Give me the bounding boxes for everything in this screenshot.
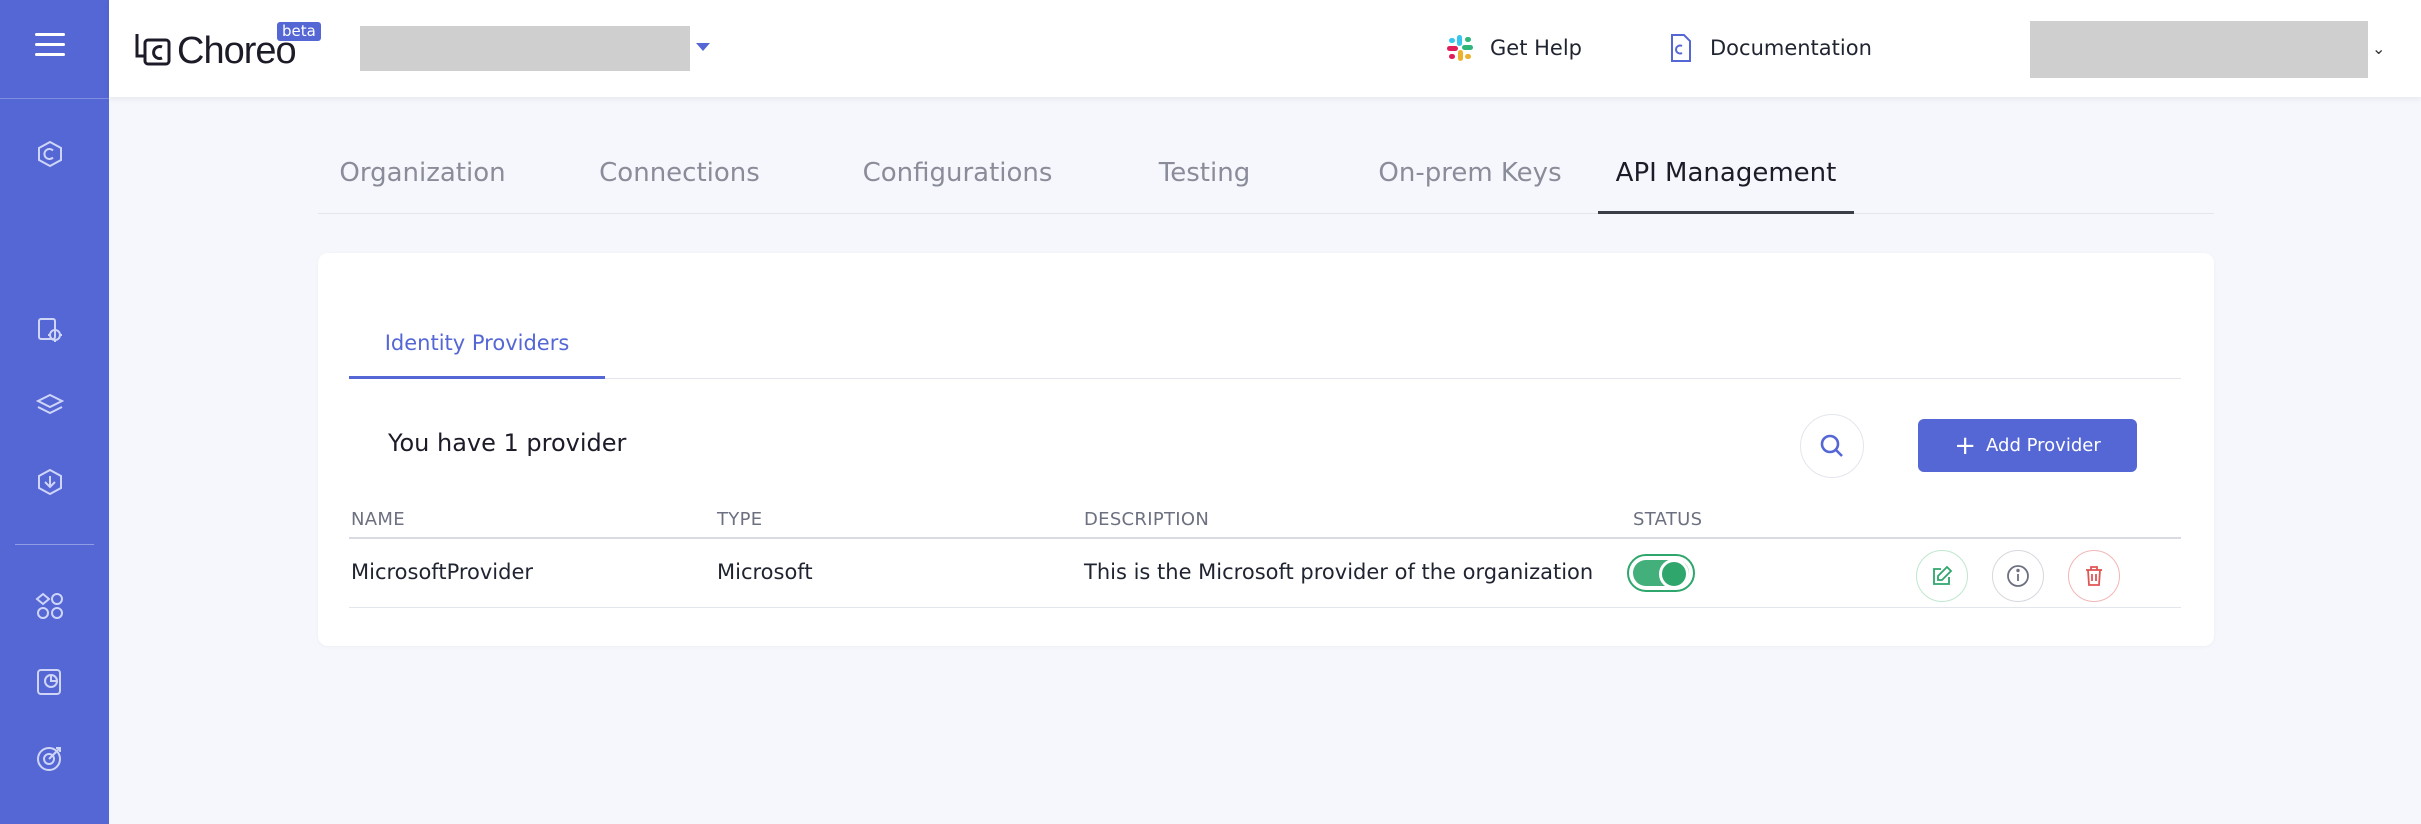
delete-button[interactable] — [2068, 550, 2120, 602]
tab-organization[interactable]: Organization — [318, 158, 527, 214]
search-icon — [1820, 434, 1843, 457]
provider-count: You have 1 provider — [388, 429, 627, 457]
search-button[interactable] — [1800, 414, 1864, 478]
rail-divider — [0, 98, 109, 99]
top-header: Choreo beta Get Help Documentation ⌄ — [109, 0, 2421, 97]
hamburger-icon[interactable] — [35, 33, 65, 57]
column-header-name: NAME — [351, 509, 405, 530]
add-provider-label: Add Provider — [1986, 435, 2101, 456]
tab-api-management[interactable]: API Management — [1598, 158, 1854, 214]
add-provider-button[interactable]: + Add Provider — [1918, 419, 2137, 472]
info-button[interactable] — [1992, 550, 2044, 602]
download-icon[interactable] — [34, 466, 66, 498]
tab-configurations[interactable]: Configurations — [860, 158, 1055, 214]
edit-icon — [1933, 565, 1953, 585]
choreo-logo-mark — [135, 34, 171, 66]
get-help-link[interactable]: Get Help — [1444, 30, 1582, 66]
left-nav-rail — [0, 0, 109, 824]
table-row: MicrosoftProvider Microsoft This is the … — [349, 540, 2181, 608]
column-header-status: STATUS — [1633, 509, 1703, 530]
column-header-description: DESCRIPTION — [1084, 509, 1210, 530]
apps-icon[interactable] — [34, 590, 66, 622]
delete-icon — [2086, 566, 2102, 586]
tab-connections[interactable]: Connections — [596, 158, 763, 214]
identity-providers-card: Identity Providers You have 1 provider +… — [318, 253, 2214, 646]
documentation-label: Documentation — [1710, 36, 1872, 60]
column-header-type: TYPE — [717, 509, 763, 530]
user-menu-chevron-icon[interactable]: ⌄ — [2372, 39, 2385, 58]
user-menu[interactable] — [2030, 21, 2368, 78]
table-header: NAME TYPE DESCRIPTION STATUS — [349, 505, 2181, 539]
home-icon[interactable] — [34, 138, 66, 170]
documentation-link[interactable]: Documentation — [1664, 30, 1872, 66]
organization-selector[interactable] — [360, 26, 690, 71]
layers-icon[interactable] — [34, 390, 66, 422]
provider-description: This is the Microsoft provider of the or… — [1084, 560, 1594, 584]
chevron-down-icon[interactable] — [696, 43, 710, 51]
slack-icon — [1447, 35, 1473, 61]
analytics-icon[interactable] — [34, 666, 66, 698]
provider-type: Microsoft — [717, 560, 813, 584]
edit-button[interactable] — [1916, 550, 1968, 602]
target-icon[interactable] — [34, 742, 66, 774]
tab-identity-providers[interactable]: Identity Providers — [349, 321, 605, 379]
subtabs: Identity Providers — [349, 321, 2181, 379]
tab-testing[interactable]: Testing — [1147, 158, 1262, 214]
status-toggle-knob — [1659, 559, 1689, 589]
tab-on-prem-keys[interactable]: On-prem Keys — [1370, 158, 1570, 214]
get-help-label: Get Help — [1490, 36, 1582, 60]
info-icon — [2007, 565, 2029, 587]
plus-icon: + — [1954, 430, 1977, 461]
settings-icon[interactable] — [34, 314, 66, 346]
choreo-logo[interactable]: Choreo beta — [133, 22, 321, 74]
provider-name: MicrosoftProvider — [351, 560, 534, 584]
beta-badge: beta — [277, 22, 321, 41]
settings-tabs: Organization Connections Configurations … — [318, 148, 2214, 214]
rail-separator — [15, 544, 94, 545]
status-toggle[interactable] — [1627, 554, 1695, 592]
documentation-icon — [1671, 34, 1691, 62]
